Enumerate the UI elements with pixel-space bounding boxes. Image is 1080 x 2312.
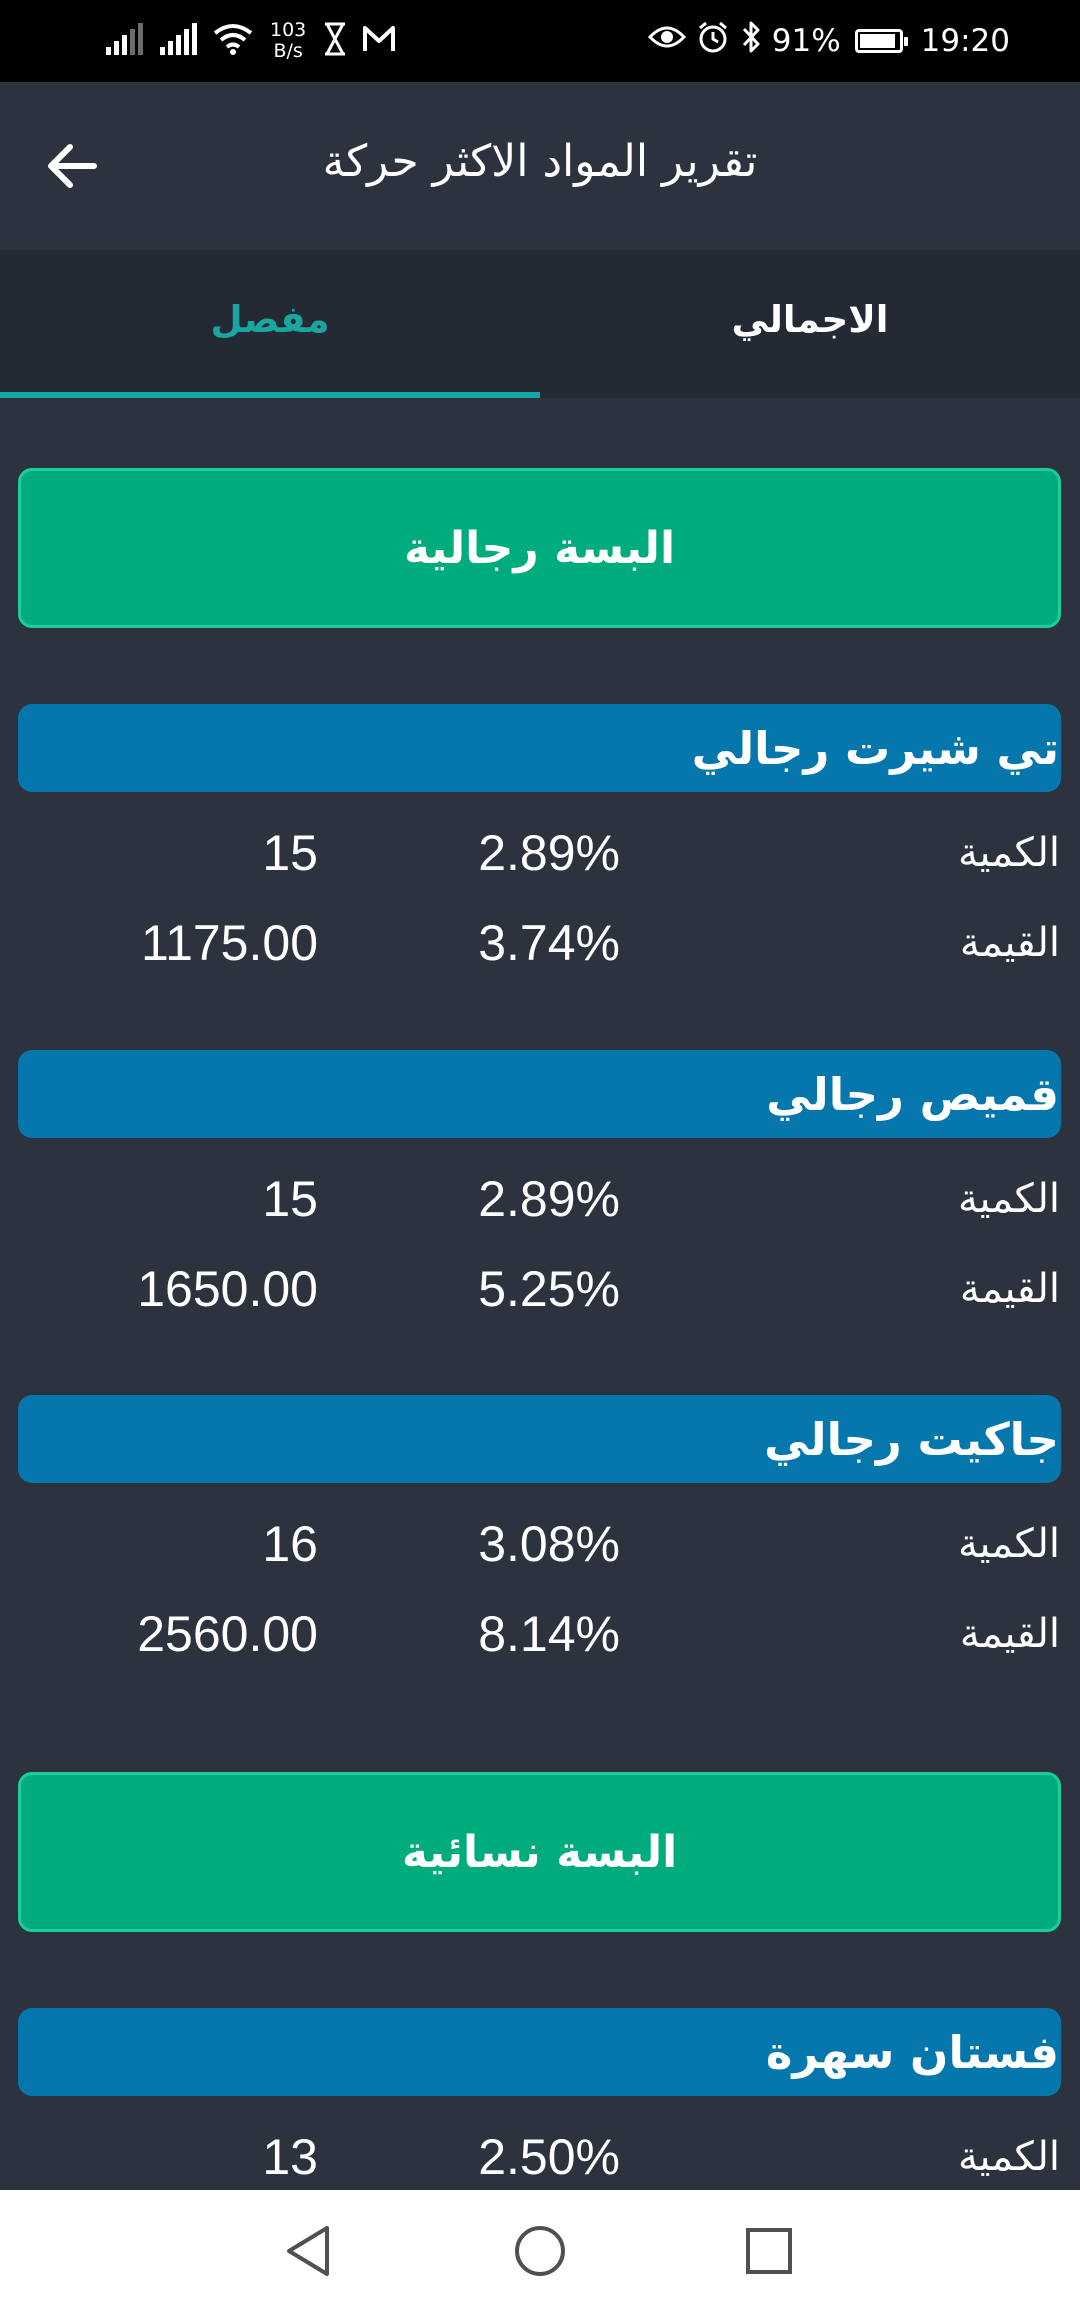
nav-back-icon	[287, 2226, 329, 2276]
category-title: البسة نسائية	[401, 1826, 678, 1878]
network-speed-unit: B/s	[273, 40, 303, 62]
status-bar-left: 103 B/s	[104, 14, 396, 68]
value-row: القيمة 3.74% 1175.00	[0, 908, 1080, 978]
value-row: القيمة 8.14% 2560.00	[0, 1599, 1080, 1669]
report-list[interactable]: البسة رجالية تي شيرت رجالي الكمية 2.89% …	[0, 398, 1080, 2190]
category-header: البسة رجالية	[18, 468, 1061, 628]
quantity-label: الكمية	[957, 1176, 1060, 1222]
battery-level	[859, 34, 895, 48]
tab-total[interactable]: الاجمالي	[540, 250, 1080, 398]
quantity-row: الكمية 3.08% 16	[0, 1509, 1080, 1579]
quantity-value: 13	[262, 2129, 318, 2185]
signal-icon	[158, 21, 198, 61]
value-label: القيمة	[959, 1266, 1060, 1312]
item-header: جاكيت رجالي	[18, 1395, 1061, 1483]
nav-recents-icon	[746, 2228, 792, 2274]
nav-recents-button[interactable]	[724, 2210, 814, 2292]
quantity-value: 16	[262, 1516, 318, 1572]
alarm-icon	[696, 20, 730, 62]
category-title: البسة رجالية	[403, 522, 676, 574]
quantity-label: الكمية	[957, 830, 1060, 876]
battery-icon	[854, 29, 908, 53]
quantity-percent: 2.89%	[478, 825, 620, 881]
tab-total-label: الاجمالي	[731, 297, 889, 341]
value-label: القيمة	[959, 920, 1060, 966]
page-title: تقرير المواد الاكثر حركة	[322, 136, 758, 187]
item-title: فستان سهرة	[765, 2025, 1059, 2079]
clock: 19:20	[920, 23, 1010, 59]
item-title: قميص رجالي	[766, 1067, 1059, 1121]
screen: 103 B/s 91% 19:20 تقرير المواد الاكثر حر…	[0, 0, 1080, 2312]
tab-detailed-label: مفصل	[210, 297, 330, 341]
network-speed: 103 B/s	[270, 20, 306, 62]
tab-bar: مفصل الاجمالي	[0, 250, 1080, 398]
status-bar-right: 91% 19:20	[647, 14, 1010, 68]
status-bar: 103 B/s 91% 19:20	[0, 0, 1080, 82]
nav-back-button[interactable]	[263, 2210, 353, 2292]
value-amount: 1650.00	[137, 1261, 318, 1317]
item-header: فستان سهرة	[18, 2008, 1061, 2096]
quantity-percent: 3.08%	[478, 1516, 620, 1572]
nav-home-icon	[515, 2226, 565, 2276]
quantity-value: 15	[262, 1171, 318, 1227]
back-button[interactable]	[36, 130, 108, 202]
value-amount: 1175.00	[140, 915, 318, 971]
item-header: تي شيرت رجالي	[18, 704, 1061, 792]
wifi-icon	[212, 21, 254, 61]
network-speed-value: 103	[270, 19, 307, 41]
quantity-value: 15	[262, 825, 318, 881]
bluetooth-icon	[740, 20, 762, 62]
value-amount: 2560.00	[137, 1606, 318, 1662]
signal-icon	[104, 21, 144, 61]
nav-home-button[interactable]	[495, 2210, 585, 2292]
value-percent: 8.14%	[478, 1606, 620, 1662]
quantity-label: الكمية	[957, 1521, 1060, 1567]
quantity-row: الكمية 2.89% 15	[0, 818, 1080, 888]
arrow-left-icon	[48, 144, 97, 188]
category-header: البسة نسائية	[18, 1772, 1061, 1932]
tab-detailed[interactable]: مفصل	[0, 250, 540, 398]
quantity-percent: 2.89%	[478, 1171, 620, 1227]
eye-icon	[647, 23, 686, 59]
quantity-row: الكمية 2.89% 15	[0, 1164, 1080, 1234]
value-row: القيمة 5.25% 1650.00	[0, 1254, 1080, 1324]
system-nav-bar	[0, 2190, 1080, 2312]
item-title: تي شيرت رجالي	[691, 721, 1059, 775]
quantity-row: الكمية 2.50% 13	[0, 2122, 1080, 2190]
gmail-icon	[362, 24, 396, 58]
battery-percent: 91%	[771, 23, 841, 59]
value-percent: 5.25%	[478, 1261, 620, 1317]
hourglass-icon	[322, 22, 348, 60]
quantity-percent: 2.50%	[478, 2129, 620, 2185]
quantity-label: الكمية	[957, 2134, 1060, 2180]
value-label: القيمة	[959, 1611, 1060, 1657]
value-percent: 3.74%	[478, 915, 620, 971]
app-bar: تقرير المواد الاكثر حركة	[0, 82, 1080, 250]
item-header: قميص رجالي	[18, 1050, 1061, 1138]
item-title: جاكيت رجالي	[764, 1412, 1059, 1466]
